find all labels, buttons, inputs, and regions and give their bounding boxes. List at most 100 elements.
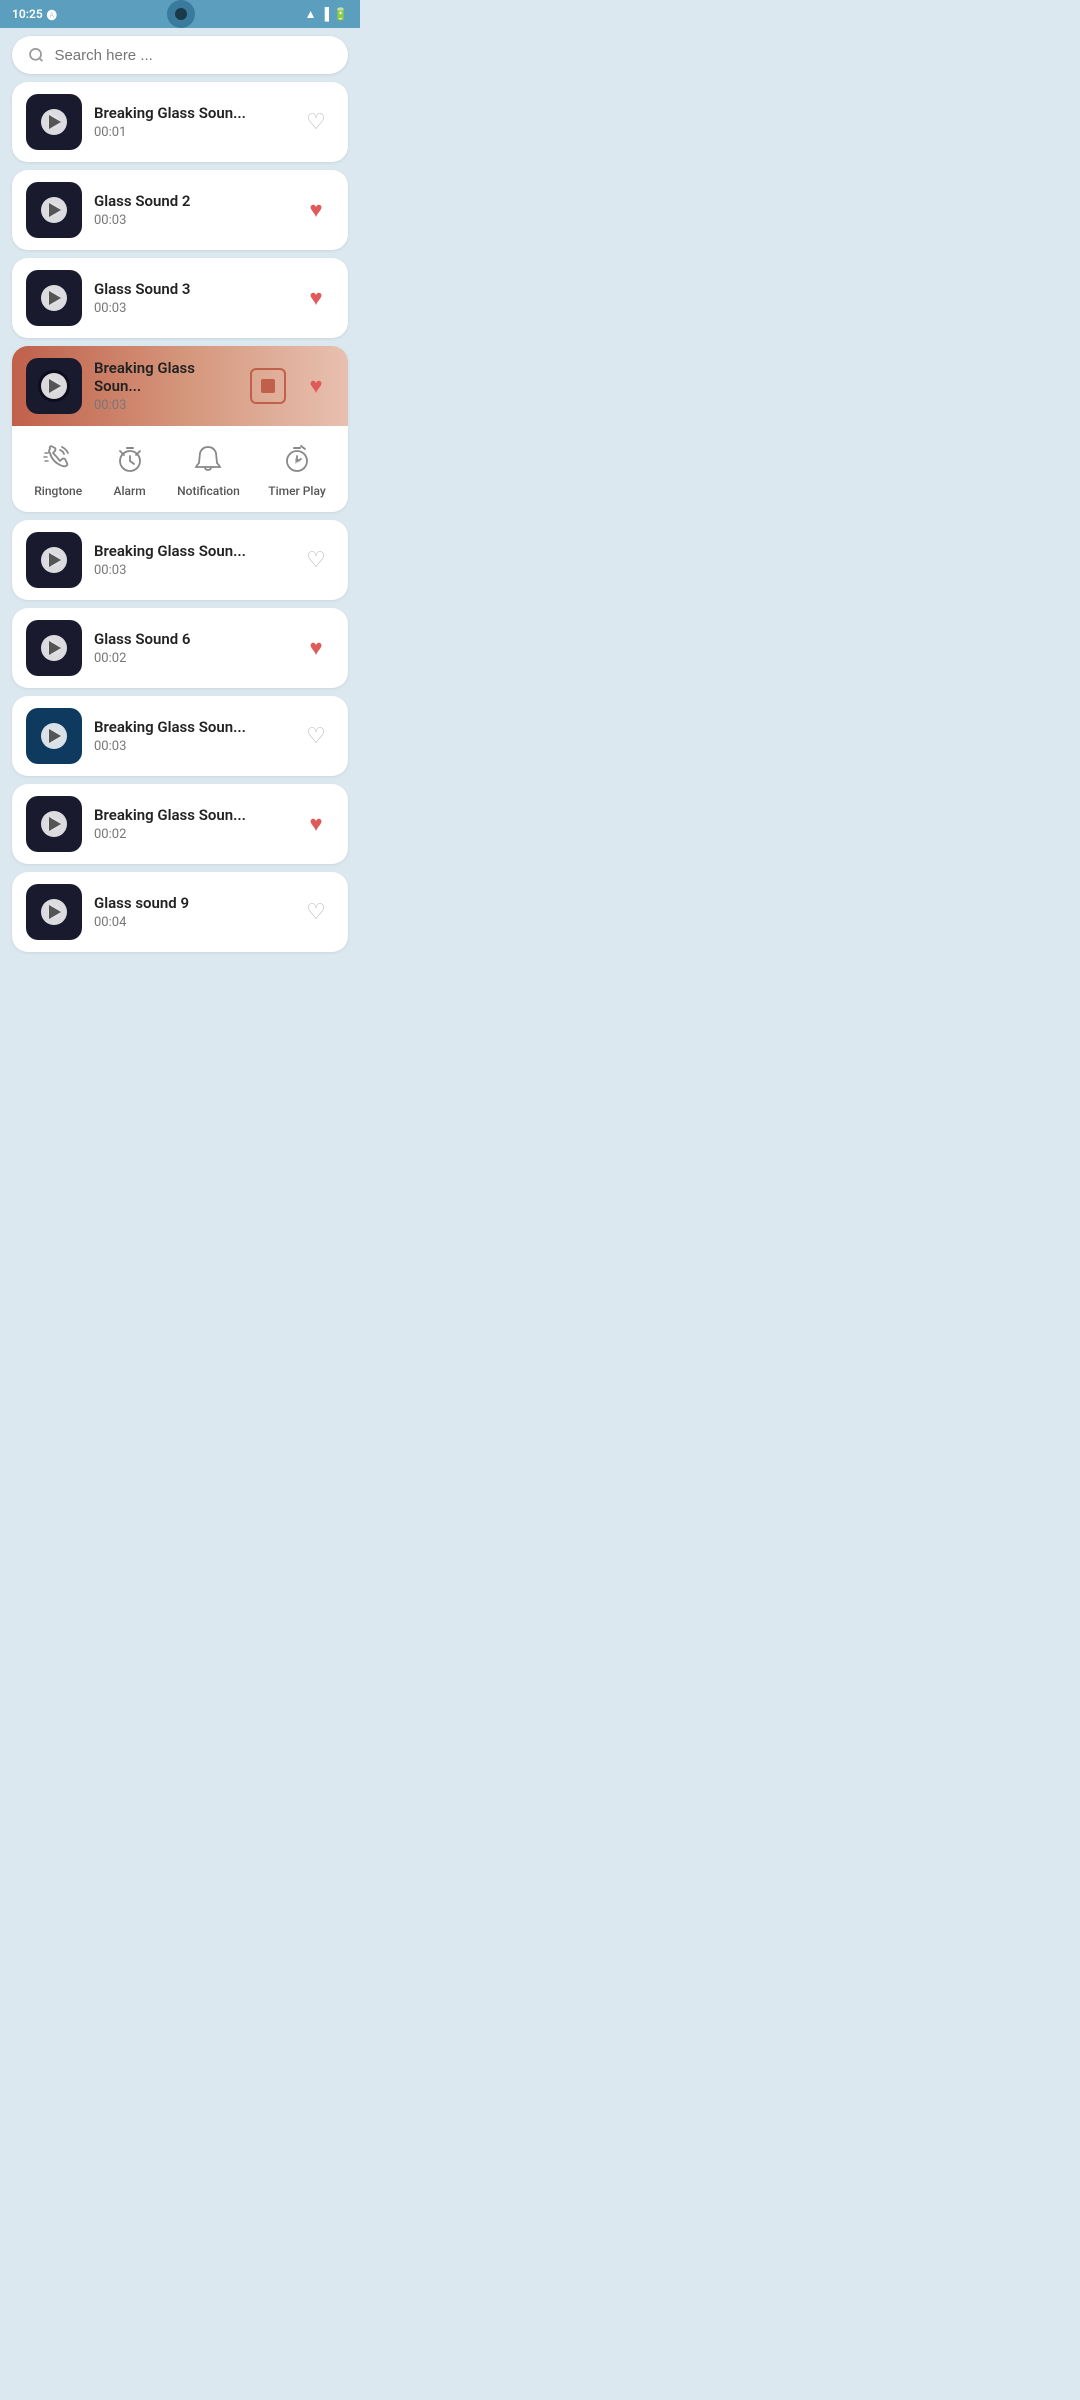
signal-icon: ▐ — [321, 7, 330, 21]
sound-duration-1: 00:01 — [94, 125, 286, 140]
sound-title-9: Glass sound 9 — [94, 894, 286, 912]
thumbnail-7 — [26, 708, 82, 764]
sound-info-9: Glass sound 9 00:04 — [94, 894, 286, 930]
thumbnail-3 — [26, 270, 82, 326]
sound-title-5: Breaking Glass Soun... — [94, 542, 286, 560]
play-overlay-5[interactable] — [26, 532, 82, 588]
alarm-icon — [111, 440, 149, 478]
sound-info-1: Breaking Glass Soun... 00:01 — [94, 104, 286, 140]
expanded-top-4[interactable]: Breaking Glass Soun... 00:03 ♥ — [12, 346, 348, 426]
heart-icon-6: ♥ — [309, 635, 322, 661]
heart-icon-9: ♡ — [306, 899, 326, 925]
heart-icon-7: ♡ — [306, 723, 326, 749]
favorite-btn-8[interactable]: ♥ — [298, 806, 334, 842]
timerplay-label: Timer Play — [268, 484, 325, 498]
sound-title-7: Breaking Glass Soun... — [94, 718, 286, 736]
play-overlay-2[interactable] — [26, 182, 82, 238]
sound-duration-9: 00:04 — [94, 915, 286, 930]
thumbnail-4 — [26, 358, 82, 414]
play-overlay-1[interactable] — [26, 94, 82, 150]
action-ringtone[interactable]: Ringtone — [34, 440, 82, 498]
heart-icon-2: ♥ — [309, 197, 322, 223]
thumbnail-6 — [26, 620, 82, 676]
sound-title-2: Glass Sound 2 — [94, 192, 286, 210]
sound-duration-7: 00:03 — [94, 739, 286, 754]
sound-info-4: Breaking Glass Soun... 00:03 — [94, 359, 238, 413]
stop-btn-4[interactable] — [250, 368, 286, 404]
ringtone-icon — [39, 440, 77, 478]
battery-icon: 🔋 — [333, 7, 348, 21]
play-overlay-4[interactable] — [26, 358, 82, 414]
sound-info-8: Breaking Glass Soun... 00:02 — [94, 806, 286, 842]
action-alarm[interactable]: Alarm — [111, 440, 149, 498]
play-overlay-8[interactable] — [26, 796, 82, 852]
search-icon — [28, 46, 44, 64]
heart-icon-5: ♡ — [306, 547, 326, 573]
ringtone-label: Ringtone — [34, 484, 82, 498]
sound-info-5: Breaking Glass Soun... 00:03 — [94, 542, 286, 578]
thumbnail-9 — [26, 884, 82, 940]
heart-icon-8: ♥ — [309, 811, 322, 837]
sound-title-6: Glass Sound 6 — [94, 630, 286, 648]
sound-item-9[interactable]: Glass sound 9 00:04 ♡ — [12, 872, 348, 952]
sound-info-2: Glass Sound 2 00:03 — [94, 192, 286, 228]
action-row: Ringtone Alarm — [12, 426, 348, 512]
wifi-icon: ▲ — [305, 7, 317, 21]
play-overlay-3[interactable] — [26, 270, 82, 326]
sound-duration-3: 00:03 — [94, 301, 286, 316]
sound-item-6[interactable]: Glass Sound 6 00:02 ♥ — [12, 608, 348, 688]
timerplay-icon — [278, 440, 316, 478]
sound-title-1: Breaking Glass Soun... — [94, 104, 286, 122]
status-indicator: 🅐 — [47, 7, 57, 22]
thumbnail-2 — [26, 182, 82, 238]
camera-dot — [175, 8, 187, 20]
heart-icon-1: ♡ — [306, 109, 326, 135]
favorite-btn-3[interactable]: ♥ — [298, 280, 334, 316]
notification-label: Notification — [177, 484, 240, 498]
thumbnail-1 — [26, 94, 82, 150]
thumbnail-8 — [26, 796, 82, 852]
camera-notch — [167, 0, 195, 28]
favorite-btn-1[interactable]: ♡ — [298, 104, 334, 140]
sound-info-6: Glass Sound 6 00:02 — [94, 630, 286, 666]
status-time: 10:25 — [12, 7, 43, 21]
sound-duration-5: 00:03 — [94, 563, 286, 578]
sound-title-3: Glass Sound 3 — [94, 280, 286, 298]
sound-item-3[interactable]: Glass Sound 3 00:03 ♥ — [12, 258, 348, 338]
sound-item-1[interactable]: Breaking Glass Soun... 00:01 ♡ — [12, 82, 348, 162]
sound-item-5[interactable]: Breaking Glass Soun... 00:03 ♡ — [12, 520, 348, 600]
favorite-btn-2[interactable]: ♥ — [298, 192, 334, 228]
favorite-btn-9[interactable]: ♡ — [298, 894, 334, 930]
action-notification[interactable]: Notification — [177, 440, 240, 498]
sound-item-2[interactable]: Glass Sound 2 00:03 ♥ — [12, 170, 348, 250]
favorite-btn-5[interactable]: ♡ — [298, 542, 334, 578]
heart-icon-3: ♥ — [309, 285, 322, 311]
play-overlay-7[interactable] — [26, 708, 82, 764]
thumbnail-5 — [26, 532, 82, 588]
sound-info-3: Glass Sound 3 00:03 — [94, 280, 286, 316]
sound-duration-4: 00:03 — [94, 398, 238, 413]
sound-info-7: Breaking Glass Soun... 00:03 — [94, 718, 286, 754]
sound-title-4: Breaking Glass Soun... — [94, 359, 238, 395]
sound-item-4-expanded[interactable]: Breaking Glass Soun... 00:03 ♥ — [12, 346, 348, 512]
sound-duration-8: 00:02 — [94, 827, 286, 842]
sound-item-8[interactable]: Breaking Glass Soun... 00:02 ♥ — [12, 784, 348, 864]
stop-square-icon — [261, 379, 275, 393]
sound-duration-6: 00:02 — [94, 651, 286, 666]
sound-item-7[interactable]: Breaking Glass Soun... 00:03 ♡ — [12, 696, 348, 776]
play-overlay-6[interactable] — [26, 620, 82, 676]
favorite-btn-6[interactable]: ♥ — [298, 630, 334, 666]
search-input[interactable] — [54, 47, 332, 64]
action-timerplay[interactable]: Timer Play — [268, 440, 325, 498]
main-content: Breaking Glass Soun... 00:01 ♡ Glass Sou — [0, 28, 360, 960]
play-overlay-9[interactable] — [26, 884, 82, 940]
alarm-label: Alarm — [114, 484, 146, 498]
status-icons: ▲ ▐ 🔋 — [305, 7, 348, 21]
search-bar[interactable] — [12, 36, 348, 74]
notification-icon — [189, 440, 227, 478]
favorite-btn-4[interactable]: ♥ — [298, 368, 334, 404]
favorite-btn-7[interactable]: ♡ — [298, 718, 334, 754]
status-bar: 10:25 🅐 ▲ ▐ 🔋 — [0, 0, 360, 28]
sound-title-8: Breaking Glass Soun... — [94, 806, 286, 824]
heart-icon-4: ♥ — [309, 373, 322, 399]
